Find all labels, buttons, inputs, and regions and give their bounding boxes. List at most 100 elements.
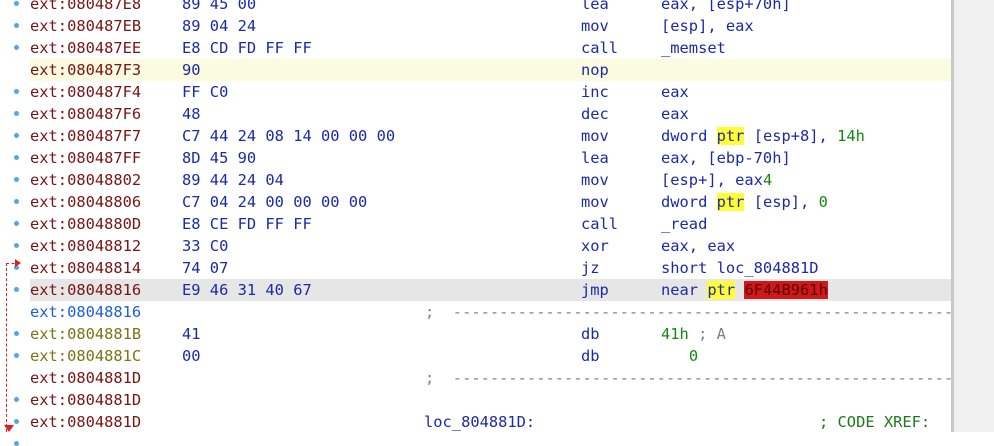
jump-arrow-icon [6,263,20,432]
address[interactable]: ext:080487F3 [30,59,141,81]
address[interactable]: ext:080487FF [30,147,141,169]
listing-row[interactable]: ext:080487EE E8 CD FD FF FF call _memset [30,37,951,59]
listing-row[interactable]: ext:0804881C 00 db 0 [30,345,951,367]
address[interactable]: ext:08048802 [30,169,141,191]
operand[interactable]: _read [661,213,707,235]
operand[interactable]: eax [661,81,689,103]
vertical-scrollbar[interactable] [951,0,994,432]
breakpoint-dot-icon[interactable] [14,111,19,116]
operand[interactable]: eax, eax [661,235,735,257]
breakpoint-dot-icon[interactable] [14,1,19,6]
listing-row[interactable]: ext:08048806 C7 04 24 00 00 00 00 mov dword… [30,191,951,213]
mnemonic[interactable]: lea [581,0,609,15]
breakpoint-dot-icon[interactable] [14,177,19,182]
listing-row[interactable]: ext:080487FF 8D 45 90 lea eax, [ebp-70h] [30,147,951,169]
address[interactable]: ext:08048812 [30,235,141,257]
immediate-value: 0 [688,347,699,365]
operand[interactable]: dword ptr [esp], 0 [661,191,828,213]
opcode-bytes: 41 [182,325,201,343]
address[interactable]: ext:0804881B [30,323,141,345]
listing-row[interactable]: ext:08048816 ; --------------------------… [30,301,951,323]
operand[interactable]: [esp+], eax4 [661,169,772,191]
breakpoint-dot-icon[interactable] [14,441,19,446]
address[interactable]: ext:080487F4 [30,81,141,103]
mnemonic[interactable]: lea [581,147,609,169]
opcode-bytes: FF C0 [182,83,229,101]
mnemonic[interactable]: jz [581,257,600,279]
listing-row[interactable]: ext:0804881D loc_804881D: ; CODE XREF: [30,411,951,432]
address[interactable]: ext:08048816 [30,301,141,323]
opcode-bytes: 90 [182,61,201,79]
address[interactable]: ext:08048806 [30,191,141,213]
mnemonic[interactable]: jmp [581,279,609,301]
opcode-bytes: C7 04 24 00 00 00 00 [182,193,368,211]
disassembly-listing[interactable]: ext:080487E8 89 45 00 lea eax, [esp+70h] ext… [30,0,951,432]
breakpoint-dot-icon[interactable] [14,155,19,160]
address[interactable]: ext:0804881D [30,411,141,432]
breakpoint-dot-icon[interactable] [14,199,19,204]
mnemonic[interactable]: mov [581,15,609,37]
address[interactable]: ext:08048816 [30,279,141,301]
code-label[interactable]: loc_804881D: [424,411,535,432]
mnemonic[interactable]: inc [581,81,609,103]
listing-row[interactable]: ext:080487F4 FF C0 inc eax [30,81,951,103]
address[interactable]: ext:080487E8 [30,0,141,15]
listing-row[interactable]: ext:0804881D [30,389,951,411]
breakpoint-dot-icon[interactable] [14,45,19,50]
listing-row[interactable]: ext:080487E8 89 45 00 lea eax, [esp+70h] [30,0,951,15]
listing-row[interactable]: ext:080487F7 C7 44 24 08 14 00 00 00 mov dw… [30,125,951,147]
listing-row[interactable]: ext:0804881D ; --------------------------… [30,367,951,389]
breakpoint-dot-icon[interactable] [14,133,19,138]
listing-row[interactable]: ext:08048814 74 07 jz short loc_804881D [30,257,951,279]
mnemonic[interactable]: db [581,345,600,367]
operand[interactable]: near ptr 6F44B961h [661,279,828,301]
opcode-bytes: 89 45 00 [182,0,257,13]
address[interactable]: ext:0804881D [30,367,141,389]
xref-comment[interactable]: ; CODE XREF: [819,411,930,432]
address[interactable]: ext:0804880D [30,213,141,235]
mnemonic[interactable]: xor [581,235,609,257]
address[interactable]: ext:080487F7 [30,125,141,147]
address[interactable]: ext:080487EE [30,37,141,59]
mnemonic[interactable]: nop [581,59,609,81]
operand[interactable]: short loc_804881D [661,257,819,279]
arrow-tick-icon [15,259,21,267]
breakpoint-dot-icon[interactable] [14,23,19,28]
scrollbar-thumb[interactable] [951,0,954,432]
operand[interactable]: 0 [661,345,698,367]
address[interactable]: ext:0804881C [30,345,141,367]
ptr-keyword: ptr [707,281,736,299]
operand[interactable]: 41h ; A [661,323,726,345]
mnemonic[interactable]: mov [581,125,609,147]
mnemonic[interactable]: dec [581,103,609,125]
listing-row[interactable]: ext:08048802 89 44 24 04 mov [esp+], eax4 [30,169,951,191]
mnemonic[interactable]: db [581,323,600,345]
breakpoint-dot-icon[interactable] [14,89,19,94]
listing-row[interactable]: ext:080487F3 90 nop [30,59,951,81]
mnemonic[interactable]: call [581,37,618,59]
mnemonic[interactable]: call [581,213,618,235]
operand[interactable]: _memset [661,37,726,59]
address[interactable]: ext:08048814 [30,257,141,279]
address[interactable]: ext:080487F6 [30,103,141,125]
mnemonic[interactable]: mov [581,169,609,191]
listing-row[interactable]: ext:0804881B 41 db 41h ; A [30,323,951,345]
invalid-jump-target[interactable]: 6F44B961h [744,281,828,299]
breakpoint-dot-icon[interactable] [14,221,19,226]
operand[interactable]: eax, [ebp-70h] [661,147,791,169]
listing-row[interactable]: ext:080487F6 48 dec eax [30,103,951,125]
listing-row[interactable]: ext:08048816 E9 46 31 40 67 jmp near ptr 6F… [30,279,951,301]
address[interactable]: ext:080487EB [30,15,141,37]
operand[interactable]: [esp], eax [661,15,754,37]
mnemonic[interactable]: mov [581,191,609,213]
separator-line: ; --------------------------------------… [425,303,951,321]
operand[interactable]: eax [661,103,689,125]
listing-row[interactable]: ext:080487EB 89 04 24 mov [esp], eax [30,15,951,37]
listing-row[interactable]: ext:0804880D E8 CE FD FF FF call _read [30,213,951,235]
breakpoint-dot-icon[interactable] [14,243,19,248]
immediate-value: 0 [818,193,828,211]
address[interactable]: ext:0804881D [30,389,141,411]
listing-row[interactable]: ext:08048812 33 C0 xor eax, eax [30,235,951,257]
operand[interactable]: eax, [esp+70h] [661,0,791,15]
operand[interactable]: dword ptr [esp+8], 14h [661,125,865,147]
